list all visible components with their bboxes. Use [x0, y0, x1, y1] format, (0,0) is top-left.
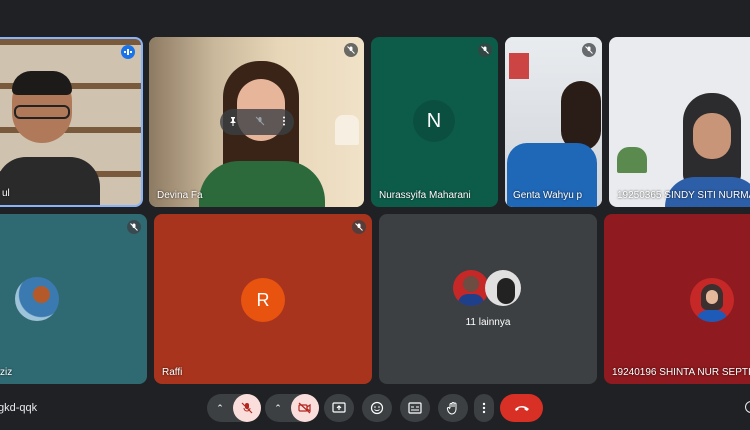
mic-off-icon: [344, 43, 358, 57]
mic-off-icon: [582, 43, 596, 57]
speaking-indicator-icon: [121, 45, 135, 59]
participant-name: 19250365 SINDY SITI NURMARI: [617, 190, 750, 201]
emoji-button[interactable]: [362, 394, 392, 422]
present-button[interactable]: [324, 394, 354, 422]
pin-icon[interactable]: [228, 113, 238, 131]
chevron-up-icon: ⌃: [274, 402, 282, 413]
raise-hand-button[interactable]: [438, 394, 468, 422]
video-person: [505, 77, 602, 207]
participant-name: Nurassyifa Maharani: [379, 190, 471, 201]
participant-tile-raffi[interactable]: R Raffi: [154, 214, 372, 384]
tile-hover-controls: [220, 109, 294, 135]
participant-tile-genta[interactable]: Genta Wahyu p: [505, 37, 602, 207]
video-posters: [509, 53, 529, 79]
end-call-icon: [514, 406, 529, 411]
participant-name: ziz: [0, 367, 13, 378]
video-lamp: [335, 115, 359, 145]
participant-tile-ziz[interactable]: ziz: [0, 214, 147, 384]
participant-tile-nurassyifa[interactable]: N Nurassyifa Maharani: [371, 37, 498, 207]
participant-name: 19240196 SHINTA NUR SEPTI: [612, 367, 750, 378]
avatar: N: [413, 100, 455, 142]
video-person: [0, 71, 100, 205]
mic-control-group: ⌃: [207, 394, 261, 422]
participant-tile-devina[interactable]: Devina Fa: [149, 37, 364, 207]
mic-off-icon: [127, 220, 141, 234]
info-icon[interactable]: [745, 401, 750, 413]
chevron-up-icon: ⌃: [216, 402, 224, 413]
more-vert-icon[interactable]: [282, 113, 286, 131]
emoji-icon: [370, 401, 384, 415]
more-options-button[interactable]: [474, 394, 494, 422]
avatar: [15, 277, 59, 321]
mic-off-icon: [352, 220, 366, 234]
participant-name: Raffi: [162, 367, 183, 378]
camera-options-button[interactable]: ⌃: [265, 394, 291, 422]
participant-tile-shinta[interactable]: 19240196 SHINTA NUR SEPTI: [604, 214, 750, 384]
mic-off-icon: [478, 43, 492, 57]
captions-button[interactable]: [400, 394, 430, 422]
camera-control-group: ⌃: [265, 394, 319, 422]
camera-off-icon: [298, 402, 311, 414]
avatar: [485, 270, 521, 306]
end-call-button[interactable]: [500, 394, 543, 422]
participant-tile-sindy[interactable]: 19250365 SINDY SITI NURMARI: [609, 37, 750, 207]
raise-hand-icon: [446, 402, 457, 415]
mic-off-icon: [241, 402, 253, 414]
mic-off-icon[interactable]: [255, 113, 265, 131]
mic-options-button[interactable]: ⌃: [207, 394, 233, 422]
mic-toggle-button[interactable]: [233, 394, 261, 422]
participant-name: Genta Wahyu p: [513, 190, 583, 201]
participant-name: Devina Fa: [157, 190, 203, 201]
participant-tile-ul[interactable]: ul: [0, 37, 143, 207]
participant-name: ul: [2, 188, 10, 199]
avatar: [453, 270, 489, 306]
avatar: R: [241, 278, 285, 322]
camera-toggle-button[interactable]: [291, 394, 319, 422]
others-tile[interactable]: 11 lainnya: [379, 214, 597, 384]
meeting-code: gkd-qqk: [0, 402, 38, 414]
video-plant: [617, 147, 647, 173]
others-count-label: 11 lainnya: [465, 317, 511, 328]
more-vert-icon: [482, 402, 486, 414]
present-icon: [332, 402, 346, 413]
avatar: [690, 278, 734, 322]
captions-icon: [408, 402, 422, 414]
